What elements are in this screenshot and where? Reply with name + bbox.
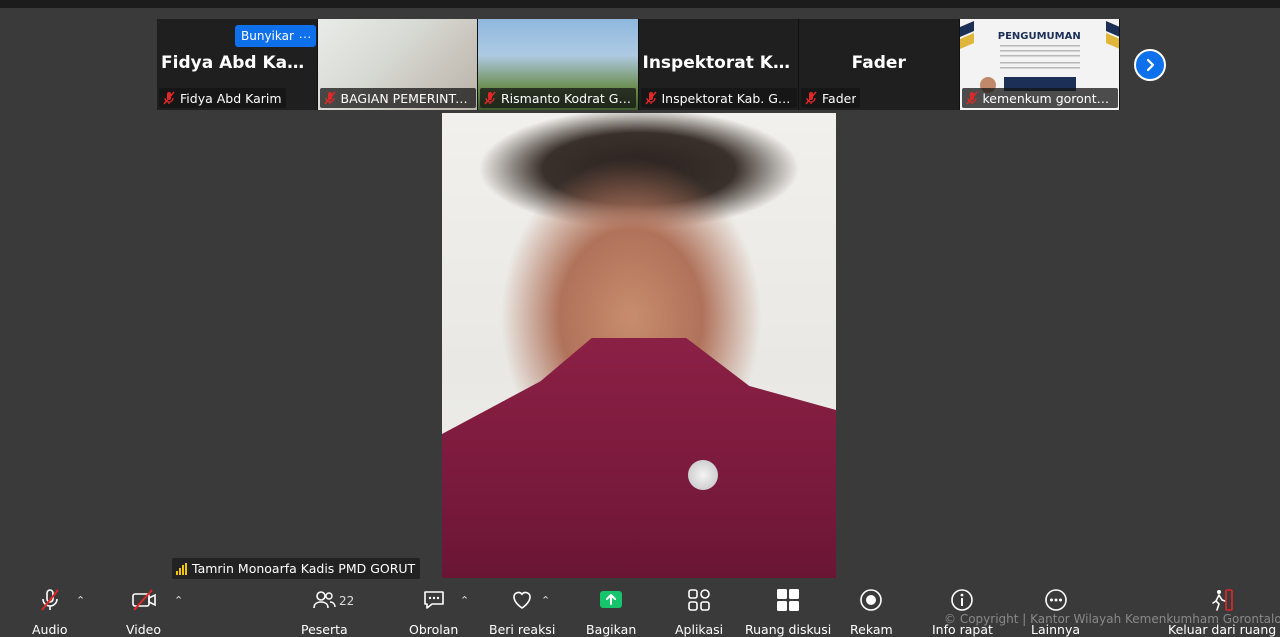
breakout-rooms-button[interactable]: Ruang diskusi — [745, 586, 831, 637]
record-button[interactable]: Rekam — [850, 586, 893, 637]
participant-label: Fader — [801, 88, 861, 108]
audio-button[interactable]: Audio — [32, 586, 68, 637]
participant-label: Fidya Abd Karim — [159, 88, 286, 108]
participant-strip: Fidya Abd Karim Bunyikan ··· Fidya Abd K… — [157, 19, 1120, 110]
mic-muted-icon — [40, 589, 59, 611]
participant-big-name: Inspektorat Kab... — [642, 53, 799, 73]
share-button[interactable]: Bagikan — [586, 586, 636, 637]
video-subject-shirt — [442, 338, 836, 578]
reactions-options-caret[interactable]: ⌃ — [541, 594, 550, 607]
mic-muted-icon — [965, 91, 978, 105]
participant-label: Rismanto Kodrat Ganny — [480, 88, 636, 108]
poster-title: PENGUMUMAN — [997, 31, 1081, 42]
more-options-button[interactable]: ··· — [294, 25, 316, 47]
audio-label: Audio — [32, 622, 68, 637]
participant-name: Fidya Abd Karim — [180, 90, 282, 106]
connection-signal-icon — [176, 562, 187, 575]
chat-icon — [423, 591, 444, 609]
video-options-caret[interactable]: ⌃ — [174, 594, 183, 607]
chat-options-caret[interactable]: ⌃ — [460, 594, 469, 607]
mic-muted-icon — [805, 91, 817, 105]
heart-icon — [513, 591, 531, 609]
participant-big-name: Fidya Abd Karim — [161, 53, 317, 73]
more-icon — [1044, 589, 1067, 611]
participant-big-name: Fader — [851, 53, 906, 73]
meeting-toolbar: Audio ⌃ Video ⌃ Peserta 22 Obrolan ⌃ Ber… — [0, 582, 1280, 637]
video-button[interactable]: Video — [126, 586, 161, 637]
mic-muted-icon — [644, 91, 657, 105]
participant-name: Fader — [822, 90, 857, 106]
participant-tile[interactable]: Rismanto Kodrat Ganny — [478, 19, 639, 110]
participant-name: kemenkum gorontalo — [982, 90, 1114, 106]
apps-icon — [688, 589, 710, 611]
participants-label: Peserta — [301, 622, 348, 637]
participants-count: 22 — [339, 594, 355, 608]
mic-muted-icon — [163, 91, 175, 105]
participant-tile[interactable]: Fidya Abd Karim Bunyikan ··· Fidya Abd K… — [157, 19, 318, 110]
chevron-right-icon — [1146, 58, 1155, 72]
copyright-watermark: © Copyright | Kantor Wilayah Kemenkumham… — [944, 612, 1280, 626]
unmute-button[interactable]: Bunyikan — [235, 25, 303, 47]
video-subject-badge — [688, 460, 718, 490]
participant-tile[interactable]: Inspektorat Kab... Inspektorat Kab. Goru… — [638, 19, 799, 110]
mic-muted-icon — [323, 91, 336, 105]
participant-label: kemenkum gorontalo — [961, 88, 1118, 108]
participant-tile[interactable]: PENGUMUMAN kemenkum gorontalo — [959, 19, 1120, 110]
reactions-label: Beri reaksi — [489, 622, 556, 637]
active-speaker-video — [442, 113, 836, 578]
chat-label: Obrolan — [409, 622, 459, 637]
camera-off-icon — [131, 589, 156, 611]
participant-name: BAGIAN PEMERINTAH... — [340, 90, 472, 106]
next-page-button[interactable] — [1134, 49, 1166, 81]
participant-tile[interactable]: Fader Fader — [799, 19, 960, 110]
record-icon — [860, 589, 883, 611]
active-speaker-name: Tamrin Monoarfa Kadis PMD GORUT — [192, 561, 416, 576]
participant-name: Inspektorat Kab. Gorut — [661, 90, 793, 106]
apps-label: Aplikasi — [675, 622, 724, 637]
participant-name: Rismanto Kodrat Ganny — [501, 90, 632, 106]
share-label: Bagikan — [586, 622, 637, 637]
video-label: Video — [126, 622, 162, 637]
breakout-rooms-icon — [777, 589, 800, 611]
info-icon — [951, 589, 974, 611]
apps-button[interactable]: Aplikasi — [675, 586, 723, 637]
leave-icon — [1212, 589, 1233, 611]
share-screen-icon — [600, 591, 623, 608]
participant-tile[interactable]: BAGIAN PEMERINTAH... — [317, 19, 478, 110]
audio-options-caret[interactable]: ⌃ — [76, 594, 85, 607]
breakout-rooms-label: Ruang diskusi — [745, 622, 832, 637]
participant-label: Inspektorat Kab. Gorut — [640, 88, 797, 108]
active-speaker-label: Tamrin Monoarfa Kadis PMD GORUT — [172, 558, 421, 579]
record-label: Rekam — [850, 622, 893, 637]
participants-icon — [313, 591, 337, 609]
chat-button[interactable]: Obrolan — [409, 586, 458, 637]
window-top-bar — [0, 0, 1280, 8]
participant-label: BAGIAN PEMERINTAH... — [319, 88, 476, 108]
mic-muted-icon — [484, 91, 496, 105]
